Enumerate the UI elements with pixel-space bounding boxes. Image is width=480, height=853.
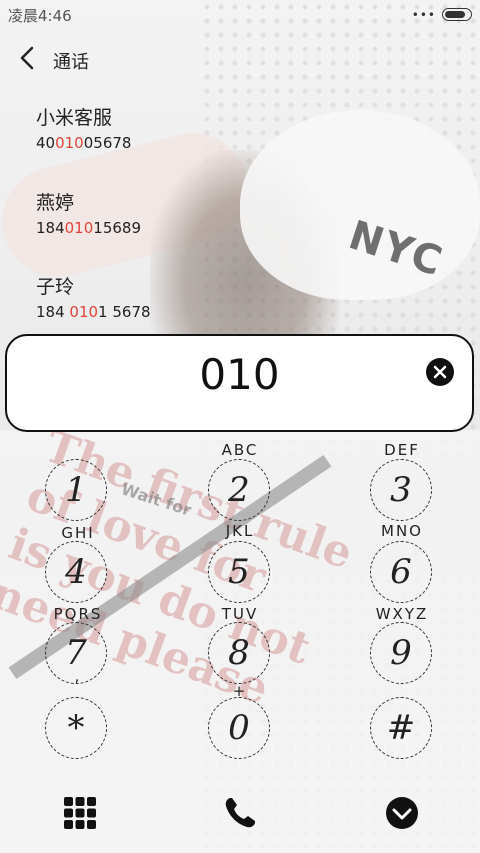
key-letters: WXYZ [375, 605, 429, 623]
key-7[interactable]: 7 [45, 622, 107, 684]
title-bar: 通话 [0, 36, 480, 80]
key-letters: DEF [384, 441, 420, 459]
key-8[interactable]: 8 [208, 622, 270, 684]
status-time: 凌晨4:46 [8, 7, 72, 25]
key-letters: GHI [61, 524, 95, 542]
key-letters: MNO [381, 522, 423, 540]
key-4[interactable]: 4 [45, 541, 107, 603]
clear-icon[interactable] [426, 358, 454, 386]
battery-icon [442, 8, 472, 21]
key-5[interactable]: 5 [208, 541, 270, 603]
key-star[interactable]: * [45, 697, 107, 759]
contact-name: 小米客服 [36, 107, 113, 129]
contact-result[interactable]: 小米客服 4001005678 [36, 106, 336, 152]
key-6[interactable]: 6 [370, 541, 432, 603]
contact-name: 子玲 [36, 276, 75, 298]
back-arrow-icon[interactable] [14, 42, 46, 74]
contact-number: 4001005678 [36, 134, 132, 152]
key-0[interactable]: 0 [208, 697, 270, 759]
grid-icon[interactable] [62, 795, 98, 831]
key-3[interactable]: 3 [370, 459, 432, 521]
key-9[interactable]: 9 [370, 622, 432, 684]
key-letters: PQRS [53, 605, 103, 623]
key-1[interactable]: 1 [45, 459, 107, 521]
dialed-number: 010 [199, 350, 280, 399]
key-2[interactable]: 2 [208, 459, 270, 521]
contact-number: 184 0101 5678 [36, 303, 151, 321]
more-dots-icon: ••• [411, 8, 436, 22]
status-bar: 凌晨4:46 ••• [0, 0, 480, 28]
contact-result[interactable]: 燕婷 18401015689 [36, 191, 336, 237]
key-letters: JKL [225, 522, 255, 540]
contact-number: 18401015689 [36, 219, 141, 237]
phone-icon[interactable] [222, 795, 258, 831]
key-letters: ABC [221, 441, 259, 459]
dial-display: 010 [5, 334, 474, 432]
contact-name: 燕婷 [36, 192, 75, 214]
chevron-down-icon[interactable] [384, 795, 420, 831]
contact-result[interactable]: 子玲 184 0101 5678 [36, 275, 336, 321]
key-letters: TUV [221, 605, 259, 623]
page-title: 通话 [53, 52, 89, 73]
key-hash[interactable]: # [370, 697, 432, 759]
